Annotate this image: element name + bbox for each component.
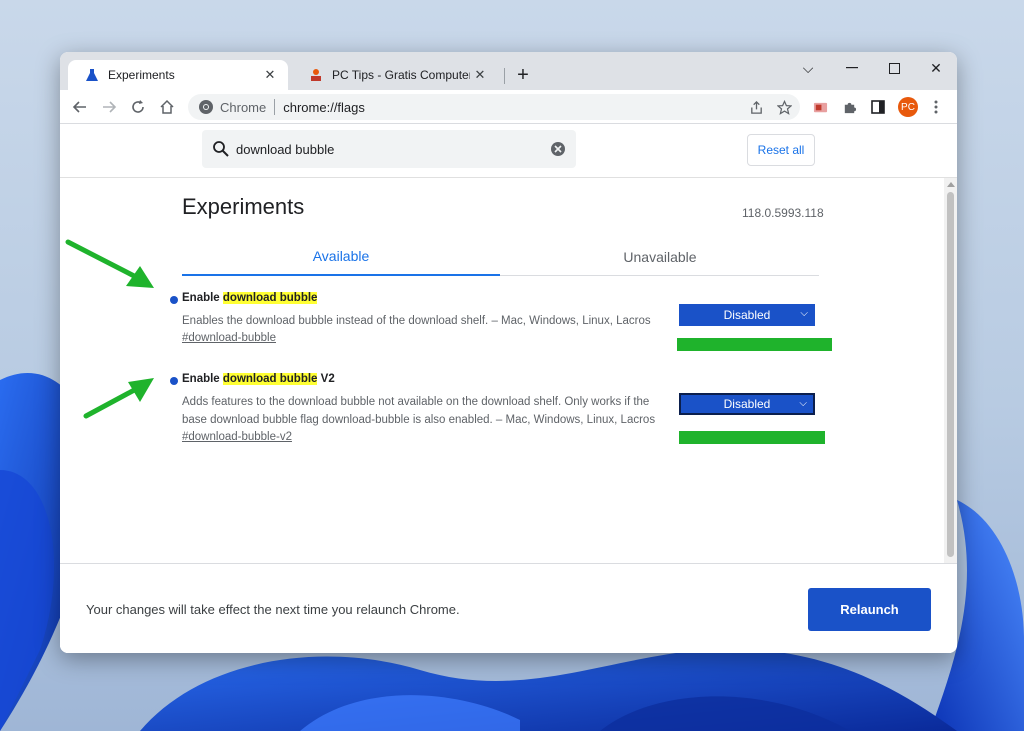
- chrome-version: 118.0.5993.118: [742, 206, 824, 220]
- flag-description: Enables the download bubble instead of t…: [182, 315, 651, 327]
- browser-toolbar: Chrome chrome://flags PC: [60, 90, 957, 124]
- omnibox-divider: [274, 99, 276, 115]
- profile-avatar[interactable]: PC: [898, 97, 918, 117]
- chrome-window: Experiments ✕ PC Tips - Gratis Computer …: [60, 52, 957, 653]
- scroll-up-icon[interactable]: [947, 182, 955, 187]
- forward-arrow-icon[interactable]: [97, 95, 121, 119]
- search-box: [202, 130, 576, 168]
- tab-pc-tips[interactable]: PC Tips - Gratis Computer Tips, i ✕: [292, 60, 498, 90]
- page-title: Experiments: [182, 194, 305, 219]
- flag-state-select[interactable]: Disabled ⌵: [679, 304, 815, 326]
- tab-title: PC Tips - Gratis Computer Tips, i: [332, 68, 470, 82]
- relaunch-footer: Your changes will take effect the next t…: [60, 563, 957, 653]
- flag-title-prefix: Enable: [182, 292, 223, 304]
- tab-strip: Experiments ✕ PC Tips - Gratis Computer …: [60, 52, 957, 90]
- relaunch-message: Your changes will take effect the next t…: [86, 602, 460, 617]
- flag-title-prefix: Enable: [182, 373, 223, 385]
- search-header: Reset all: [60, 124, 957, 178]
- flag-title-suffix: V2: [317, 373, 335, 385]
- tab-separator: [504, 68, 505, 84]
- flag-modified-dot: [170, 377, 178, 385]
- maximize-button[interactable]: [874, 56, 914, 80]
- reload-icon[interactable]: [126, 95, 150, 119]
- minimize-button[interactable]: [832, 56, 872, 80]
- select-value: Disabled: [723, 397, 771, 411]
- extensions-puzzle-icon[interactable]: [837, 95, 861, 119]
- tab-available[interactable]: Available: [182, 238, 500, 276]
- address-bar[interactable]: Chrome chrome://flags: [188, 94, 800, 120]
- close-tab-icon[interactable]: ✕: [260, 65, 280, 85]
- search-highlight: download bubble: [222, 373, 318, 385]
- pc-tips-favicon-icon: [308, 67, 324, 83]
- scroll-thumb[interactable]: [947, 192, 954, 557]
- share-icon[interactable]: [744, 95, 768, 119]
- side-panel-icon[interactable]: [866, 95, 890, 119]
- flag-title: Enable download bubble: [182, 292, 318, 304]
- chevron-down-icon: ⌵: [799, 398, 807, 409]
- flask-icon: [84, 67, 100, 83]
- tab-experiments[interactable]: Experiments ✕: [68, 60, 288, 90]
- flags-content: Experiments 118.0.5993.118 Available Una…: [60, 178, 944, 563]
- tab-title: Experiments: [108, 68, 175, 82]
- search-icon: [213, 141, 229, 157]
- url-text: chrome://flags: [283, 99, 365, 115]
- tab-search-chevron-icon[interactable]: ⌵: [788, 56, 828, 80]
- flag-state-select[interactable]: Disabled ⌵: [679, 393, 815, 415]
- select-value: Disabled: [723, 308, 771, 322]
- flags-page: Reset all Experiments 118.0.5993.118 Ava…: [60, 124, 957, 653]
- annotation-green-bar: [679, 431, 825, 444]
- chrome-logo-icon: [199, 100, 213, 114]
- flag-anchor-link[interactable]: #download-bubble: [182, 332, 276, 344]
- new-tab-button[interactable]: +: [512, 64, 534, 86]
- flag-modified-dot: [170, 296, 178, 304]
- kebab-menu-icon[interactable]: [924, 95, 948, 119]
- flag-title: Enable download bubble V2: [182, 373, 335, 385]
- relaunch-button[interactable]: Relaunch: [808, 588, 931, 631]
- annotation-green-bar: [677, 338, 832, 351]
- flag-description: Adds features to the download bubble not…: [182, 396, 656, 426]
- extension-app-icon[interactable]: [808, 95, 832, 119]
- close-tab-icon[interactable]: ✕: [470, 65, 490, 85]
- flag-anchor-link[interactable]: #download-bubble-v2: [182, 431, 292, 443]
- bookmark-star-icon[interactable]: [772, 95, 796, 119]
- flags-tabs: Available Unavailable: [182, 238, 819, 276]
- search-flags-input[interactable]: [236, 141, 550, 157]
- annotation-arrow-icon: [83, 378, 154, 419]
- search-highlight: download bubble: [222, 292, 318, 304]
- clear-search-icon[interactable]: [550, 141, 566, 157]
- reset-all-button[interactable]: Reset all: [747, 134, 815, 166]
- annotation-arrow-icon: [65, 239, 154, 288]
- close-window-button[interactable]: ✕: [916, 56, 956, 80]
- tab-unavailable[interactable]: Unavailable: [501, 238, 819, 276]
- home-icon[interactable]: [155, 95, 179, 119]
- back-arrow-icon[interactable]: [68, 95, 92, 119]
- page-scrollbar[interactable]: [944, 178, 957, 563]
- site-chip: Chrome: [220, 99, 267, 115]
- chevron-down-icon: ⌵: [800, 308, 808, 319]
